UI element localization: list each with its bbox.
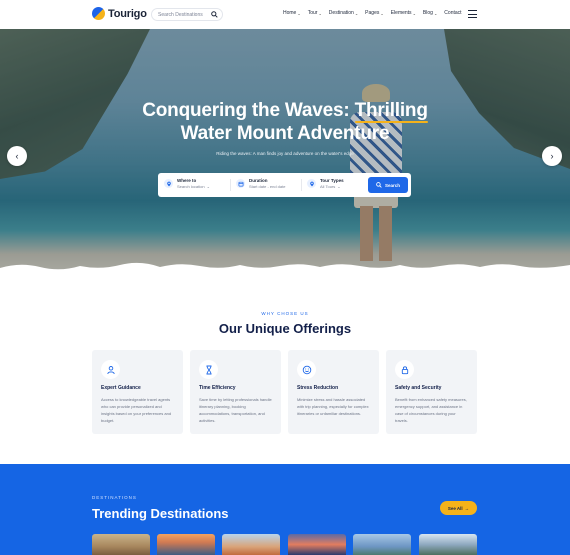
offering-card-safety-security: Safety and Security Benefit from enhance… bbox=[386, 350, 477, 434]
where-to-label: Where to bbox=[177, 178, 197, 183]
hamburger-menu-icon[interactable] bbox=[468, 10, 477, 18]
logo-globe-icon bbox=[92, 7, 105, 20]
search-button[interactable]: Search bbox=[368, 177, 408, 193]
see-all-label: See All bbox=[447, 505, 463, 511]
offering-card-time-efficiency: Time Efficiency Save time by letting pro… bbox=[190, 350, 281, 434]
arrow-right-icon: → bbox=[464, 505, 470, 511]
smile-icon bbox=[297, 360, 316, 379]
lock-icon bbox=[395, 360, 414, 379]
user-icon bbox=[101, 360, 120, 379]
nav-elements[interactable]: Elements ⌄ bbox=[391, 10, 416, 16]
chevron-down-icon: ⌄ bbox=[318, 10, 322, 16]
chevron-left-icon: ‹ bbox=[15, 151, 19, 161]
destination-card[interactable] bbox=[92, 534, 150, 555]
carousel-prev-button[interactable]: ‹ bbox=[7, 146, 27, 166]
destinations-section: DESTINATIONS Trending Destinations See A… bbox=[0, 464, 570, 555]
tour-types-field[interactable]: Tour Types All Tours ⌄ bbox=[307, 178, 344, 189]
nav-elements-label: Elements bbox=[390, 10, 412, 16]
field-divider bbox=[301, 179, 302, 191]
destination-card[interactable] bbox=[419, 534, 477, 555]
chevron-down-icon: ⌄ bbox=[337, 184, 341, 189]
destinations-title: Trending Destinations bbox=[92, 506, 229, 521]
chevron-down-icon: ⌄ bbox=[354, 10, 359, 16]
chevron-down-icon: ⌄ bbox=[433, 10, 438, 16]
duration-label: Duration bbox=[249, 178, 268, 183]
main-nav: Home ⌄ Tour ⌄ Destination ⌄ Pages ⌄ Elements… bbox=[283, 10, 462, 16]
offerings-title: Our Unique Offerings bbox=[218, 321, 352, 336]
nav-pages-label: Pages bbox=[365, 10, 380, 16]
card-description: Benefit from enhanced safety measures, e… bbox=[395, 397, 467, 423]
nav-home[interactable]: Home ⌄ bbox=[283, 10, 301, 16]
nav-destination-label: Destination bbox=[328, 10, 354, 16]
offerings-cards: Expert Guidance Access to knowledgeable … bbox=[92, 350, 478, 434]
destination-card[interactable] bbox=[222, 534, 280, 555]
tour-types-value: All Tours bbox=[320, 184, 336, 189]
logo-text: Tourigo bbox=[108, 7, 147, 20]
card-description: Access to knowledgeable travel agents wh… bbox=[101, 397, 172, 423]
hero-wave-divider bbox=[0, 262, 570, 278]
card-description: Save time by letting professionals handl… bbox=[199, 397, 272, 423]
where-to-field[interactable]: Where to Search location ⌄ bbox=[164, 178, 210, 189]
nav-blog-label: Blog bbox=[422, 10, 433, 16]
card-title: Safety and Security bbox=[395, 385, 442, 391]
search-icon bbox=[376, 182, 382, 188]
nav-contact[interactable]: Contact bbox=[444, 10, 461, 16]
header-search bbox=[151, 8, 223, 21]
card-title: Expert Guidance bbox=[101, 385, 141, 391]
map-pin-icon bbox=[307, 179, 316, 188]
hourglass-icon bbox=[199, 360, 218, 379]
destination-card[interactable] bbox=[157, 534, 215, 555]
duration-value: Start date - end date bbox=[249, 184, 286, 189]
chevron-down-icon: ⌄ bbox=[297, 10, 301, 16]
see-all-button[interactable]: See All → bbox=[440, 501, 477, 515]
search-input[interactable] bbox=[158, 11, 210, 18]
chevron-down-icon: ⌄ bbox=[412, 10, 416, 16]
nav-tour[interactable]: Tour ⌄ bbox=[308, 10, 322, 16]
chevron-right-icon: › bbox=[550, 151, 554, 161]
page: Tourigo Home⌄ Tour⌄ Destination⌄ Pages⌄ … bbox=[0, 0, 570, 555]
hero-title: Conquering the Waves: Thrilling Water Mo… bbox=[0, 99, 570, 145]
card-title: Stress Reduction bbox=[297, 385, 339, 391]
tour-types-label: Tour Types bbox=[320, 178, 344, 183]
carousel-next-button[interactable]: › bbox=[542, 146, 562, 166]
offerings-eyebrow: WHY CHOSE US bbox=[261, 311, 309, 316]
destinations-eyebrow: DESTINATIONS bbox=[92, 495, 137, 500]
nav-tour-label: Tour bbox=[307, 10, 318, 16]
nav-destination[interactable]: Destination ⌄ bbox=[329, 10, 358, 16]
card-description: Minimize stress and hassle associated wi… bbox=[297, 397, 369, 416]
hero-banner: Conquering the Waves: Thrilling Water Mo… bbox=[0, 29, 570, 274]
where-to-value: Search location bbox=[177, 184, 205, 189]
tour-search-panel: Where to Search location ⌄ Duration Start… bbox=[158, 173, 411, 197]
nav-contact-label: Contact bbox=[444, 10, 462, 16]
hero-title-line2: Water Mount Adventure bbox=[180, 123, 390, 144]
logo[interactable]: Tourigo bbox=[92, 7, 147, 20]
destination-card[interactable] bbox=[288, 534, 346, 555]
offering-card-stress-reduction: Stress Reduction Minimize stress and has… bbox=[288, 350, 379, 434]
card-title: Time Efficiency bbox=[199, 385, 236, 391]
hero-title-highlight: Thrilling bbox=[354, 100, 428, 121]
destination-thumbnails bbox=[92, 534, 478, 555]
search-icon[interactable] bbox=[210, 11, 218, 19]
offering-card-expert-guidance: Expert Guidance Access to knowledgeable … bbox=[92, 350, 183, 434]
destination-card[interactable] bbox=[353, 534, 411, 555]
nav-blog[interactable]: Blog ⌄ bbox=[423, 10, 437, 16]
duration-field[interactable]: Duration Start date - end date bbox=[236, 178, 285, 189]
search-button-label: Search bbox=[384, 182, 400, 188]
hero-subtitle: Riding the waves: A man finds joy and ad… bbox=[216, 151, 354, 156]
hero-title-prefix: Conquering the Waves: bbox=[142, 100, 355, 121]
chevron-down-icon: ⌄ bbox=[380, 10, 384, 16]
site-header: Tourigo Home⌄ Tour⌄ Destination⌄ Pages⌄ … bbox=[0, 0, 570, 29]
nav-home-label: Home bbox=[283, 10, 297, 16]
chevron-down-icon: ⌄ bbox=[206, 184, 210, 189]
calendar-icon bbox=[236, 179, 245, 188]
nav-pages[interactable]: Pages ⌄ bbox=[365, 10, 384, 16]
location-pin-icon bbox=[164, 179, 173, 188]
field-divider bbox=[230, 179, 231, 191]
